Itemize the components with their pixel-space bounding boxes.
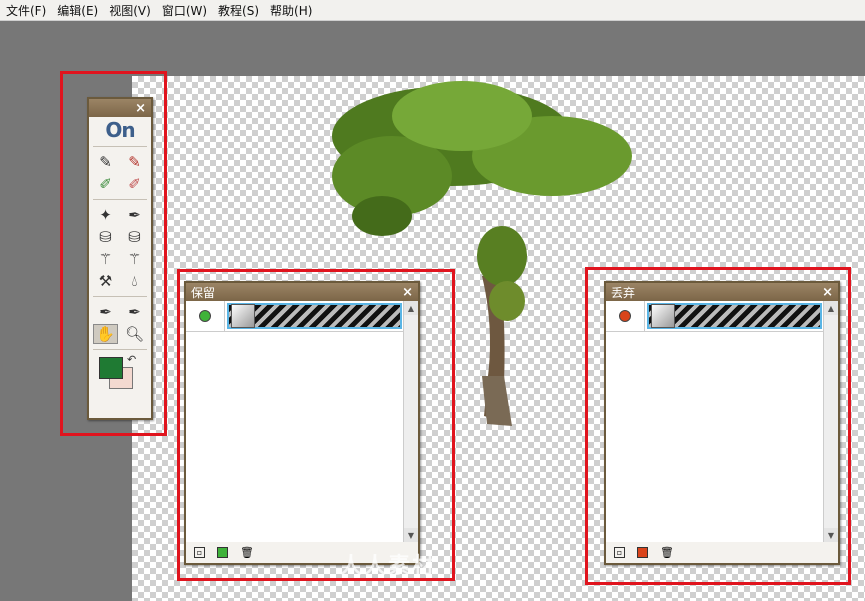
- menubar: 文件(F) 编辑(E) 视图(V) 窗口(W) 教程(S) 帮助(H): [0, 0, 865, 21]
- close-icon[interactable]: ×: [822, 285, 833, 300]
- divider: [93, 296, 147, 297]
- scroll-down-icon[interactable]: ▼: [404, 528, 418, 542]
- new-item-icon[interactable]: ▫: [614, 546, 625, 558]
- divider: [93, 199, 147, 200]
- keep-eyedropper-icon[interactable]: ✎: [93, 152, 118, 172]
- scrollbar[interactable]: ▲ ▼: [403, 301, 418, 542]
- keep-panel-titlebar[interactable]: 保留 ×: [186, 283, 418, 301]
- mask-thumbnail[interactable]: [647, 303, 822, 329]
- drop-panel-titlebar[interactable]: 丢弃 ×: [606, 283, 838, 301]
- blur-drop-icon[interactable]: 💧︎: [122, 271, 147, 291]
- drop-panel-title: 丢弃: [611, 285, 636, 300]
- menu-help[interactable]: 帮助(H): [264, 2, 317, 19]
- drop-highlighter-icon[interactable]: ✐: [122, 174, 147, 194]
- add-color-icon[interactable]: [637, 546, 648, 558]
- bucket-icon[interactable]: ⛁: [93, 227, 118, 247]
- menu-tutorial[interactable]: 教程(S): [212, 2, 264, 19]
- scroll-up-icon[interactable]: ▲: [404, 301, 418, 315]
- new-item-icon[interactable]: ▫: [194, 546, 205, 558]
- list-item[interactable]: [606, 301, 824, 332]
- list-item[interactable]: [186, 301, 404, 332]
- divider: [93, 349, 147, 350]
- keep-highlighter-icon[interactable]: ✐: [93, 174, 118, 194]
- status-dot-green-icon[interactable]: [199, 310, 211, 322]
- add-color-icon[interactable]: [217, 546, 228, 558]
- menu-view[interactable]: 视图(V): [103, 2, 156, 19]
- zoom-icon[interactable]: 🔍︎: [122, 324, 147, 344]
- menu-file[interactable]: 文件(F): [0, 2, 51, 19]
- watermark: 人人素材: [340, 554, 437, 579]
- brush-icon[interactable]: ✒: [122, 205, 147, 225]
- drop-panel: 丢弃 × ▲ ▼ ▫ 🗑︎: [604, 281, 840, 565]
- toolbox-panel: × On ✎ ✎ ✐ ✐ ✦ ✒ ⛁ ⛁ ⚚ ⚚ ⚒ 💧︎ ✒ ✒ ✋ 🔍︎ ↶: [87, 97, 153, 420]
- fill-bucket-icon[interactable]: ⛁: [122, 227, 147, 247]
- status-dot-red-icon[interactable]: [619, 310, 631, 322]
- wand-remove-icon[interactable]: ⚚: [122, 249, 147, 269]
- menu-window[interactable]: 窗口(W): [156, 2, 212, 19]
- magic-wand-icon[interactable]: ⚚: [93, 249, 118, 269]
- drop-panel-footer: ▫ 🗑︎: [606, 542, 838, 562]
- divider: [93, 146, 147, 147]
- mask-thumbnail[interactable]: [227, 303, 402, 329]
- hand-icon[interactable]: ✋: [93, 324, 118, 344]
- close-icon[interactable]: ×: [402, 285, 413, 300]
- trash-icon[interactable]: 🗑︎: [240, 546, 254, 559]
- chisel-icon[interactable]: ⚒: [93, 271, 118, 291]
- scrollbar[interactable]: ▲ ▼: [823, 301, 838, 542]
- pen-icon[interactable]: ✒: [122, 302, 147, 322]
- onone-logo: On: [105, 118, 135, 142]
- trash-icon[interactable]: 🗑︎: [660, 546, 674, 559]
- magic-brush-icon[interactable]: ✦: [93, 205, 118, 225]
- drop-list: ▲ ▼: [606, 301, 838, 542]
- scroll-down-icon[interactable]: ▼: [824, 528, 838, 542]
- close-icon[interactable]: ×: [135, 101, 146, 116]
- pen-add-icon[interactable]: ✒: [93, 302, 118, 322]
- keep-panel-title: 保留: [191, 285, 216, 300]
- scroll-up-icon[interactable]: ▲: [824, 301, 838, 315]
- menu-edit[interactable]: 编辑(E): [51, 2, 103, 19]
- toolbox-titlebar[interactable]: ×: [89, 99, 151, 117]
- keep-panel: 保留 × ▲ ▼ ▫ 🗑︎: [184, 281, 420, 565]
- keep-list: ▲ ▼: [186, 301, 418, 542]
- foreground-color-swatch[interactable]: [99, 357, 123, 379]
- swap-colors-icon[interactable]: ↶: [127, 353, 136, 366]
- color-swatches: ↶: [89, 353, 151, 393]
- drop-eyedropper-icon[interactable]: ✎: [122, 152, 147, 172]
